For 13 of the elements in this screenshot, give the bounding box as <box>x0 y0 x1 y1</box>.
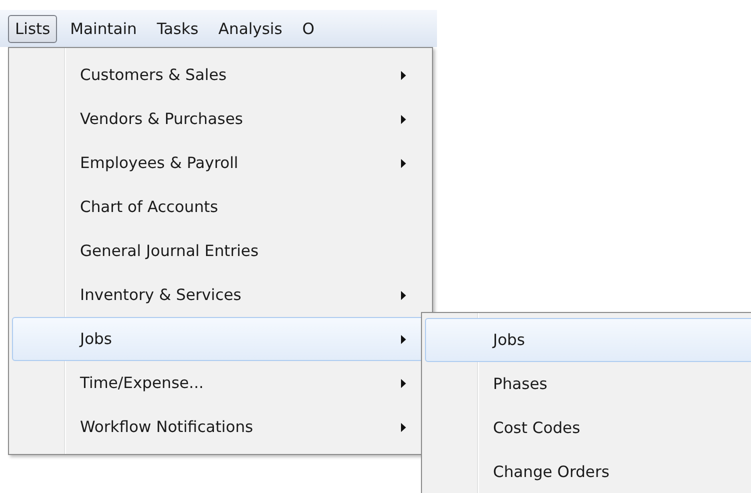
menu-item[interactable]: Chart of Accounts <box>12 185 429 229</box>
menu-item[interactable]: Inventory & Services <box>12 273 429 317</box>
menu-item[interactable]: Jobs <box>425 318 751 362</box>
menu-bar-item[interactable]: Maintain <box>63 14 144 42</box>
menu-bar-item[interactable]: Tasks <box>150 14 206 42</box>
menu-bar-item[interactable]: O <box>295 14 322 42</box>
menu-item[interactable]: Customers & Sales <box>12 53 429 97</box>
menu-bar-item[interactable]: Lists <box>8 14 58 42</box>
menu-item[interactable]: Change Orders <box>425 450 751 493</box>
menu-bar-item[interactable]: Analysis <box>211 14 290 42</box>
menu-item[interactable]: Vendors & Purchases <box>12 97 429 141</box>
menu-item[interactable]: General Journal Entries <box>12 229 429 273</box>
menu-item[interactable]: Employees & Payroll <box>12 141 429 185</box>
